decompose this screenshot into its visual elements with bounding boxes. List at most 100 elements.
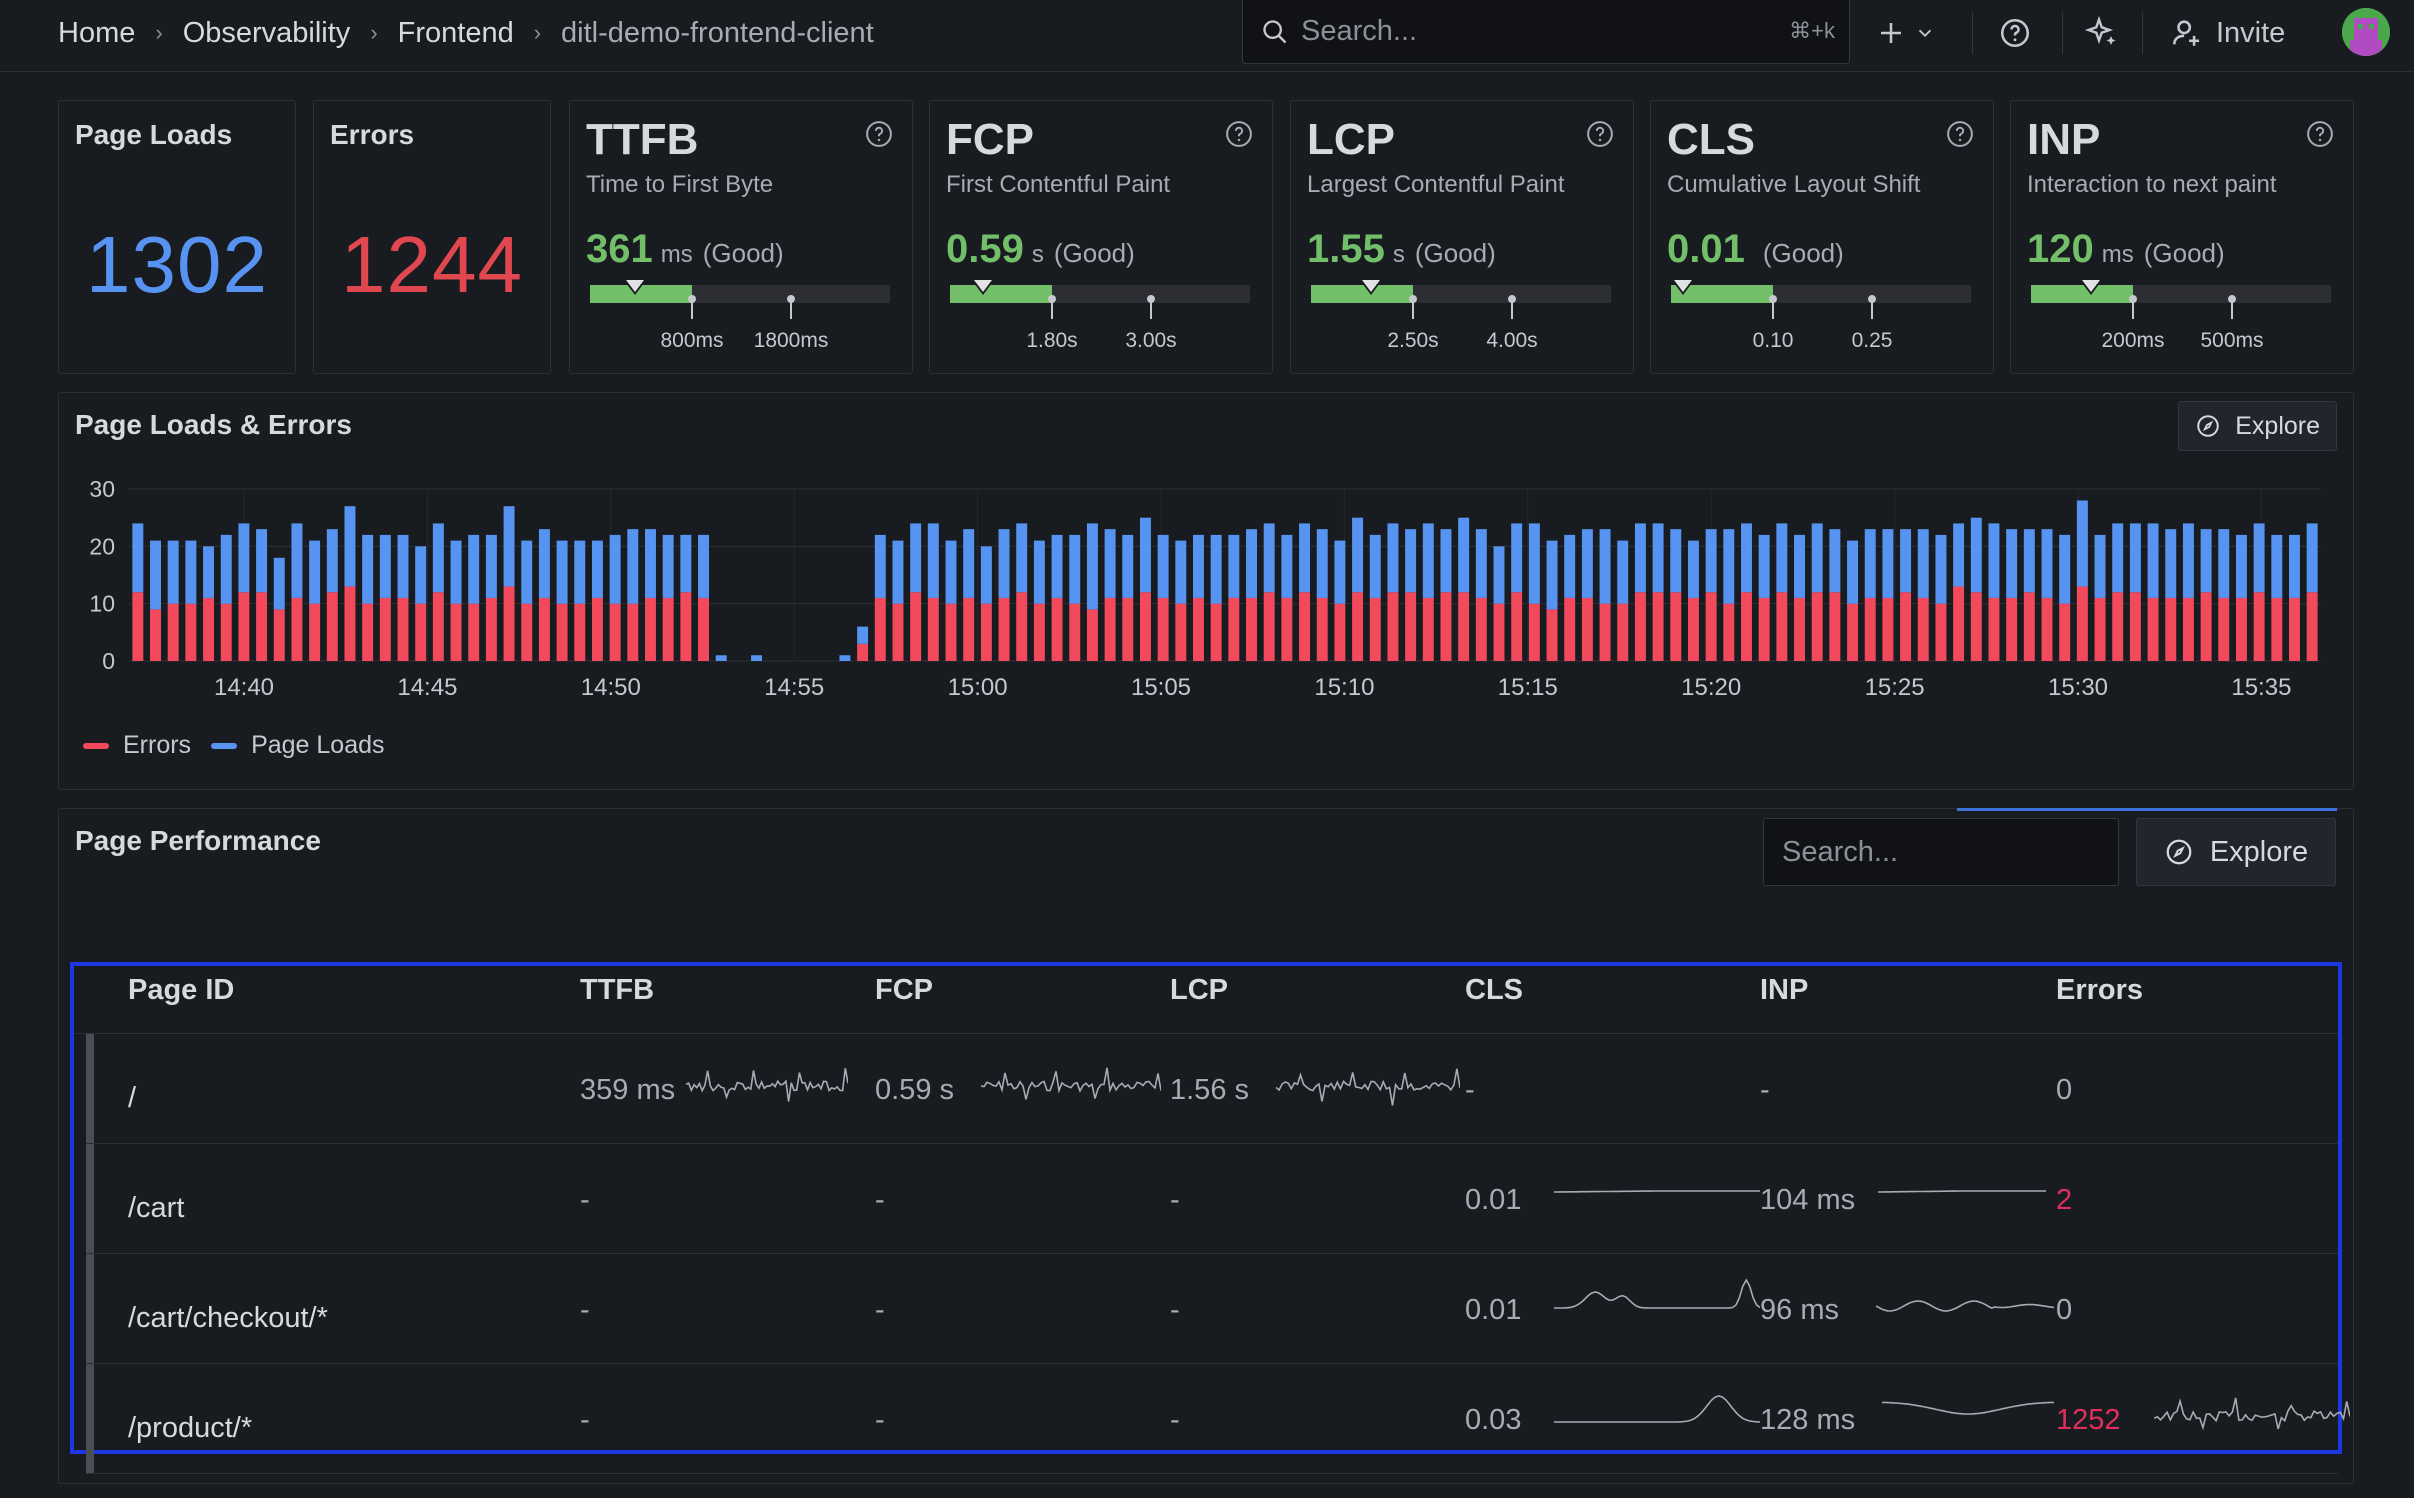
threshold-tick	[688, 295, 696, 319]
bar-page-loads	[503, 506, 515, 587]
threshold-poor-label: 3.00s	[1125, 329, 1177, 352]
legend-item-errors[interactable]: Errors	[123, 731, 191, 760]
column-header-lcp[interactable]: LCP	[1170, 974, 1228, 1007]
column-header-cls[interactable]: CLS	[1465, 974, 1523, 1007]
bar-page-loads	[1210, 534, 1222, 604]
x-tick-label: 15:20	[1681, 674, 1741, 701]
bar-errors	[326, 592, 338, 661]
bar-errors	[698, 597, 709, 661]
vital-panel-fcp: FCP First Contentful Paint 0.59 s (Good)…	[929, 100, 1273, 374]
global-search-input[interactable]: Search... ⌘+k	[1242, 0, 1850, 64]
vital-unit: ms	[660, 241, 693, 268]
bar-errors	[1917, 597, 1929, 661]
vital-rating: (Good)	[2143, 238, 2225, 268]
breadcrumb-frontend[interactable]: Frontend	[398, 17, 514, 50]
help-icon[interactable]	[1945, 119, 1975, 149]
table-search-input[interactable]: Search...	[1763, 818, 2119, 886]
bar-errors	[1970, 592, 1982, 661]
avatar[interactable]	[2342, 8, 2390, 56]
column-header-page-id[interactable]: Page ID	[128, 974, 234, 1007]
bar-page-loads	[1705, 529, 1717, 593]
bar-page-loads	[220, 534, 232, 604]
bar-page-loads	[1917, 529, 1929, 598]
vital-value: 1.55 s (Good)	[1307, 227, 1496, 272]
bar-errors	[1546, 609, 1558, 661]
bar-errors	[1564, 597, 1576, 661]
vital-gauge	[950, 279, 1250, 303]
help-button[interactable]	[1998, 0, 2032, 66]
bar-page-loads	[892, 540, 904, 604]
bar-errors	[1440, 592, 1452, 661]
threshold-tick	[1769, 295, 1777, 319]
bar-page-loads	[1405, 529, 1417, 593]
table-row[interactable]: /product/* - - - 0.03 128 ms 1252	[86, 1364, 2350, 1474]
cell-errors: 2	[2056, 1184, 2073, 1216]
bar-errors	[1528, 603, 1540, 661]
row-indicator	[86, 1364, 94, 1473]
cell-page-id[interactable]: /product/*	[128, 1412, 252, 1445]
new-button[interactable]	[1876, 0, 1936, 66]
cell-cls: 0.03	[1465, 1404, 1522, 1436]
sparkline	[1554, 1190, 1760, 1193]
ai-assistant-button[interactable]	[2084, 0, 2120, 66]
help-icon[interactable]	[2305, 119, 2335, 149]
bar-errors	[1104, 597, 1116, 661]
bar-errors	[1758, 597, 1770, 661]
bar-page-loads	[1104, 529, 1116, 598]
breadcrumb-home[interactable]: Home	[58, 17, 135, 50]
threshold-tick	[1409, 295, 1417, 319]
help-icon[interactable]	[864, 119, 894, 149]
bar-errors	[874, 597, 886, 661]
explore-button[interactable]: Explore	[2178, 401, 2337, 451]
bar-page-loads	[309, 540, 321, 604]
bar-errors	[2182, 597, 2194, 661]
sparkline	[686, 1068, 848, 1102]
column-header-ttfb[interactable]: TTFB	[580, 974, 654, 1007]
cell-page-id[interactable]: /cart	[128, 1192, 184, 1225]
bar-errors	[1405, 592, 1417, 661]
help-icon[interactable]	[1224, 119, 1254, 149]
column-header-fcp[interactable]: FCP	[875, 974, 933, 1007]
bar-page-loads	[857, 626, 869, 644]
x-tick-label: 14:55	[764, 674, 824, 701]
help-icon[interactable]	[1585, 119, 1615, 149]
column-header-inp[interactable]: INP	[1760, 974, 1808, 1007]
bar-errors	[1882, 597, 1894, 661]
bar-errors	[857, 643, 869, 661]
vital-gauge	[1671, 279, 1971, 303]
bar-errors	[273, 609, 285, 661]
bar-page-loads	[2218, 529, 2230, 598]
table-explore-button[interactable]: Explore	[2136, 818, 2336, 886]
breadcrumb-observability[interactable]: Observability	[183, 17, 351, 50]
x-tick-label: 15:00	[948, 674, 1008, 701]
bar-errors	[2165, 597, 2177, 661]
bar-errors	[1935, 603, 1947, 661]
bar-errors	[238, 592, 250, 661]
bar-errors	[2041, 597, 2053, 661]
explore-label: Explore	[2209, 835, 2309, 868]
bar-errors	[1794, 597, 1805, 661]
bar-page-loads	[432, 523, 444, 593]
cell-cls: 0.01	[1465, 1294, 1522, 1326]
top-bar: Home › Observability › Frontend › ditl-d…	[0, 0, 2414, 72]
bar-page-loads	[256, 529, 268, 593]
cell-page-id[interactable]: /	[128, 1082, 136, 1115]
bar-errors	[680, 592, 692, 661]
bar-errors	[1122, 597, 1134, 661]
vital-name: First Contentful Paint	[946, 171, 1171, 198]
bar-page-loads	[963, 529, 975, 598]
cell-page-id[interactable]: /cart/checkout/*	[128, 1302, 328, 1335]
table-row[interactable]: /cart - - - 0.01 104 ms 2	[86, 1144, 2338, 1254]
chevron-right-icon: ›	[155, 20, 163, 45]
bar-errors	[309, 603, 321, 661]
column-header-errors[interactable]: Errors	[2056, 974, 2143, 1007]
legend-item-page-loads[interactable]: Page Loads	[251, 731, 384, 760]
invite-button[interactable]: Invite	[2170, 0, 2285, 66]
bar-errors	[2147, 597, 2159, 661]
gauge-marker	[971, 279, 995, 295]
table-row[interactable]: /cart/checkout/* - - - 0.01 96 ms 0	[86, 1254, 2338, 1364]
bar-errors	[379, 597, 391, 661]
table-row[interactable]: / 359 ms 0.59 s 1.56 s - - 0	[86, 1034, 2338, 1144]
bar-errors	[1776, 592, 1788, 661]
bar-page-loads	[1564, 534, 1576, 598]
